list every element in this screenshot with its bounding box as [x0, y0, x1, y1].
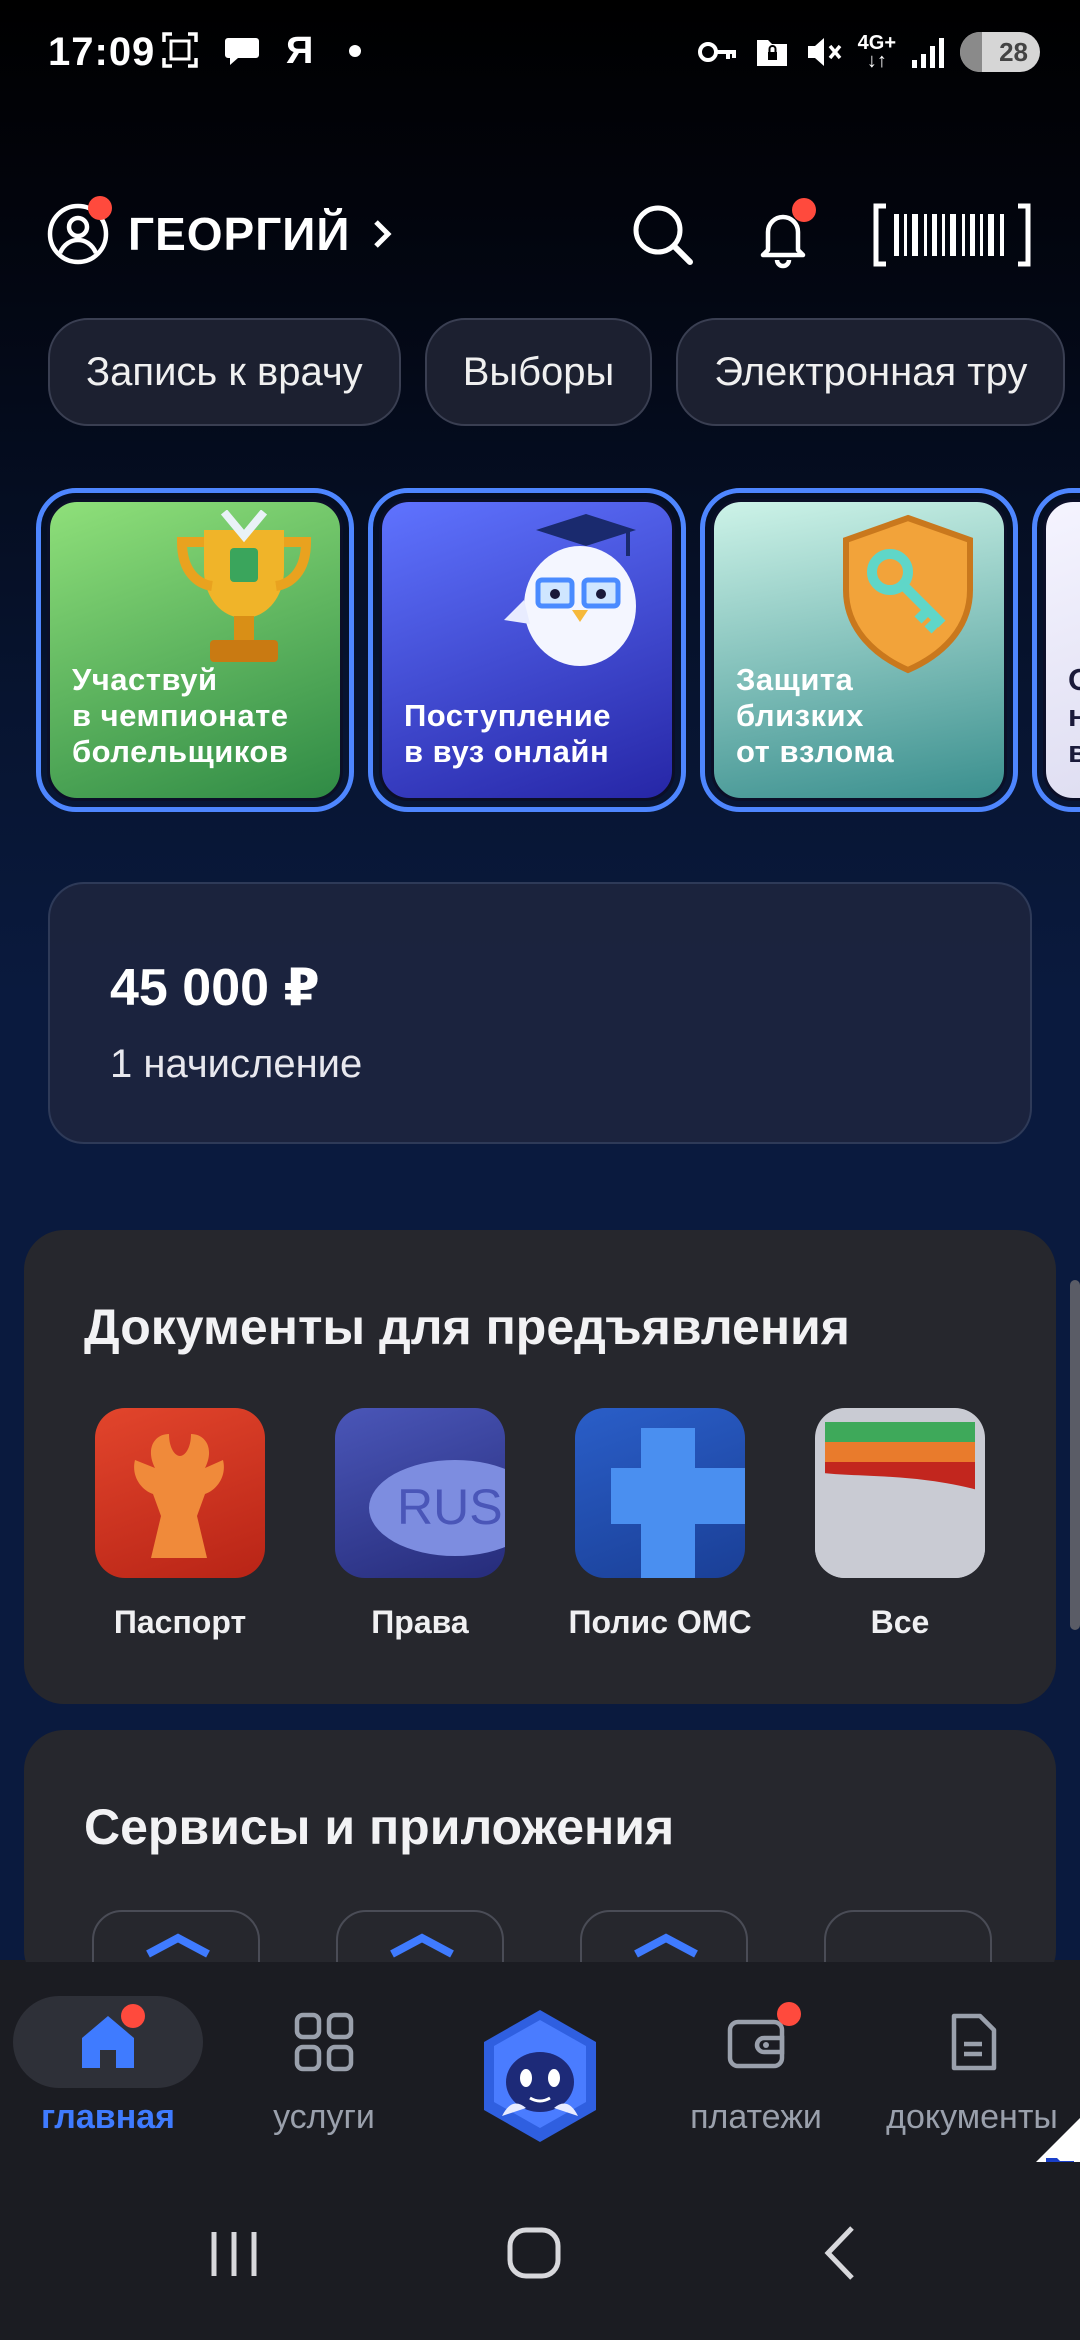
doc-item-license[interactable]: RUS Права	[300, 1408, 540, 1641]
nav-icon-wrap	[229, 1996, 419, 2088]
scroll-indicator[interactable]	[1070, 1280, 1080, 1630]
story-card-partial[interactable]: О н в	[1032, 488, 1080, 812]
story-title: Защита близких от взлома	[736, 662, 895, 769]
medical-cross-icon	[611, 1428, 745, 1578]
story-inner: Защита близких от взлома	[711, 499, 1007, 801]
shield-key-icon	[843, 514, 973, 674]
chip-elections[interactable]: Выборы	[424, 318, 653, 426]
system-navigation-bar	[0, 2162, 1080, 2340]
home-badge	[121, 2004, 145, 2028]
grid-icon	[294, 2012, 354, 2072]
nav-home[interactable]: главная	[0, 1962, 216, 2162]
quick-chips: Запись к врачу Выборы Электронная тру	[48, 318, 1066, 426]
nav-services[interactable]: услуги	[216, 1962, 432, 2162]
story-title: О н в	[1068, 662, 1080, 770]
app-screen: 17:09 Я 4G+ ↓↑ 28 ГЕОРГИЙ Запись к врачу…	[0, 0, 1080, 2340]
story-inner: Поступление в вуз онлайн	[379, 499, 675, 801]
story-card-protection[interactable]: Защита близких от взлома	[700, 488, 1018, 812]
story-inner: Участвуй в чемпионате болельщиков	[47, 499, 343, 801]
profile-notification-dot	[88, 196, 112, 220]
doc-item-all[interactable]: Все	[780, 1408, 1020, 1641]
signal-icon	[912, 38, 944, 68]
documents-row: Паспорт RUS Права Полис ОМС Все	[60, 1408, 1020, 1641]
notifications-button[interactable]	[748, 198, 818, 270]
license-rus-icon: RUS	[369, 1460, 505, 1556]
nav-payments[interactable]: платежи	[648, 1962, 864, 2162]
documents-title: Документы для предъявления	[84, 1299, 850, 1355]
services-title: Сервисы и приложения	[84, 1799, 675, 1855]
battery-level: 28	[999, 36, 1028, 67]
status-bar: 17:09 Я 4G+ ↓↑ 28	[0, 0, 1080, 110]
all-docs-tile	[815, 1408, 985, 1578]
status-left-icons: Я	[160, 30, 370, 70]
payment-amount: 45 000 ₽	[110, 959, 320, 1017]
bell-notification-dot	[792, 198, 816, 222]
license-rus-text: RUS	[397, 1479, 503, 1535]
mute-icon	[807, 38, 841, 66]
wallet-cards-icon	[815, 1422, 985, 1578]
nav-label: услуги	[273, 2098, 375, 2136]
chat-bubble-icon	[225, 38, 259, 65]
trophy-icon	[176, 510, 312, 662]
passport-eagle-icon	[134, 1434, 224, 1558]
avatar	[46, 196, 112, 266]
doc-label: Права	[371, 1604, 469, 1640]
oms-tile	[575, 1408, 745, 1578]
payment-subtitle: 1 начисление	[110, 1042, 363, 1086]
key-icon	[697, 42, 736, 62]
nav-icon-wrap	[661, 1996, 851, 2088]
story-card-university[interactable]: Поступление в вуз онлайн	[368, 488, 686, 812]
chip-doctor-appointment[interactable]: Запись к врачу	[48, 318, 401, 426]
story-card-championship[interactable]: Участвуй в чемпионате болельщиков	[36, 488, 354, 812]
back-icon[interactable]	[800, 2218, 880, 2288]
passport-tile	[95, 1408, 265, 1578]
services-panel: Сервисы и приложения	[24, 1730, 1056, 1990]
nav-icon-wrap	[13, 1996, 203, 2088]
status-time: 17:09	[48, 30, 156, 74]
search-icon[interactable]	[628, 200, 698, 270]
dot-icon	[349, 45, 361, 57]
svg-text:Я: Я	[286, 30, 313, 70]
owl-graduate-icon	[504, 514, 636, 666]
chip-electronic-work[interactable]: Электронная тру	[676, 318, 1066, 426]
chevron-right-icon	[374, 220, 392, 248]
assistant-robot-icon[interactable]	[476, 2006, 604, 2154]
doc-label: Паспорт	[113, 1604, 247, 1640]
home-button-icon[interactable]	[494, 2218, 574, 2288]
story-title: Поступление в вуз онлайн	[404, 698, 612, 769]
nav-label: главная	[40, 2098, 175, 2136]
yandex-icon: Я	[286, 30, 313, 70]
nav-label: платежи	[690, 2098, 822, 2136]
recent-apps-icon[interactable]	[194, 2218, 274, 2288]
doc-item-passport[interactable]: Паспорт	[60, 1408, 300, 1641]
battery-fill	[960, 32, 983, 72]
document-icon	[951, 2013, 997, 2071]
profile-name: ГЕОРГИЙ	[128, 208, 351, 260]
nav-icon-wrap	[877, 1996, 1067, 2088]
story-inner: О н в	[1043, 499, 1080, 801]
doc-item-oms-policy[interactable]: Полис ОМС	[540, 1408, 780, 1641]
status-right-icons: 4G+ ↓↑ 28	[696, 32, 1040, 72]
story-title: Участвуй в чемпионате болельщиков	[72, 662, 289, 769]
barcode-scan-icon[interactable]	[870, 200, 1034, 270]
lock-folder-icon	[756, 40, 787, 66]
profile-button[interactable]: ГЕОРГИЙ	[46, 196, 398, 266]
payment-card[interactable]: 45 000 ₽ 1 начисление	[48, 882, 1032, 1144]
network-4g-icon: 4G+ ↓↑	[857, 32, 896, 72]
license-tile: RUS	[335, 1408, 505, 1578]
screenshot-icon	[162, 32, 198, 68]
doc-label: Полис ОМС	[568, 1604, 752, 1640]
doc-label: Все	[870, 1604, 930, 1640]
battery-icon: 28	[960, 32, 1040, 72]
payments-badge	[777, 2002, 801, 2026]
stories-row: Участвуй в чемпионате болельщиков Поступ…	[36, 488, 1080, 812]
top-header: ГЕОРГИЙ	[0, 190, 1080, 280]
documents-panel: Документы для предъявления Паспорт RUS П	[24, 1230, 1056, 1704]
